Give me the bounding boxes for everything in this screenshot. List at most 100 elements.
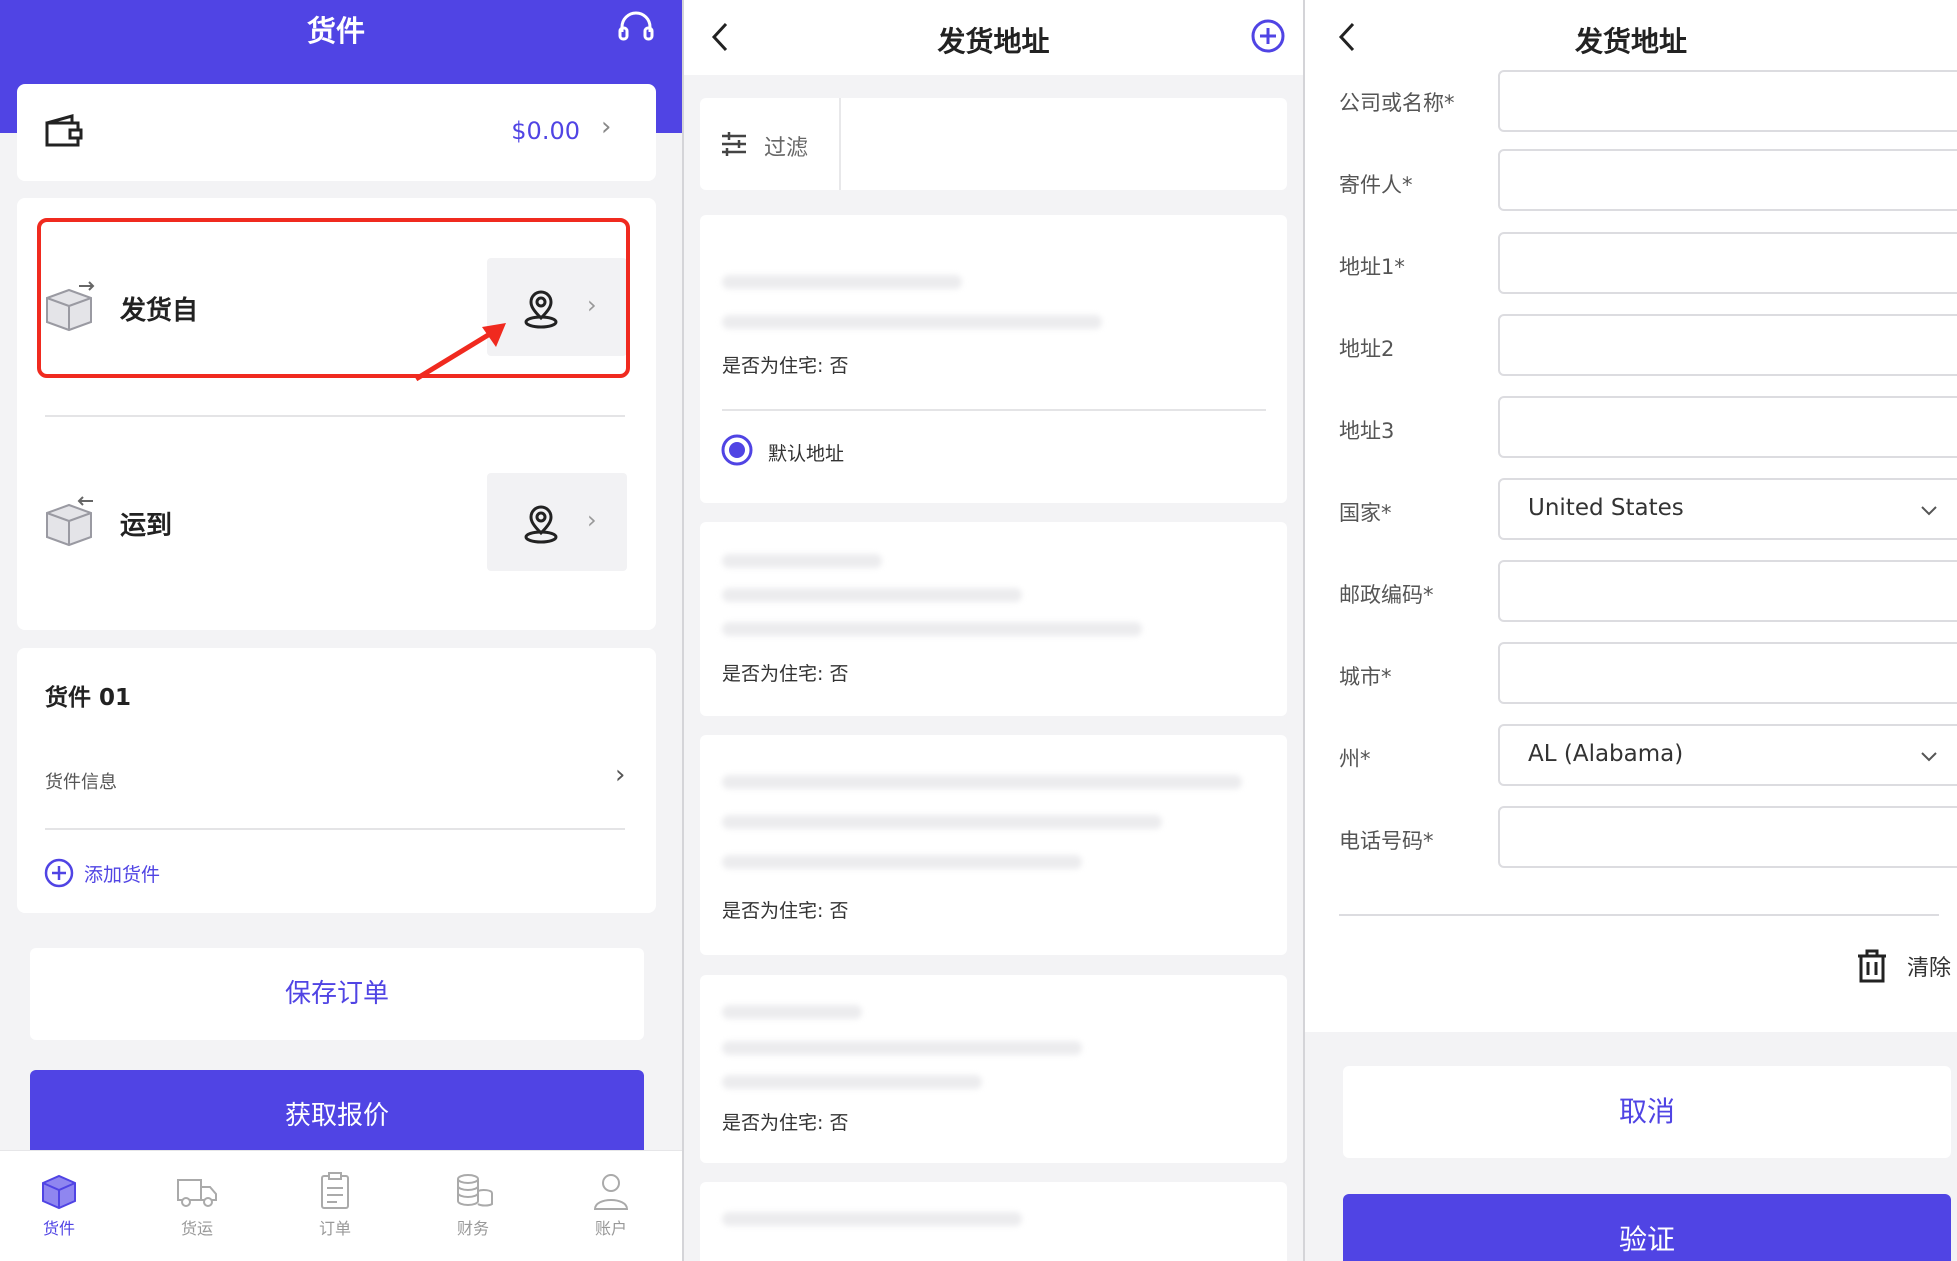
filter-bar[interactable]: 过滤	[700, 98, 1287, 190]
state-label: 州*	[1339, 747, 1371, 771]
clipboard-icon	[321, 1172, 349, 1209]
add-circle-icon[interactable]	[44, 858, 74, 888]
divider	[1339, 914, 1939, 916]
tab-finance[interactable]: 财务	[428, 1171, 518, 1239]
address3-input[interactable]	[1498, 396, 1957, 458]
postal-code-label: 邮政编码*	[1339, 583, 1434, 607]
address-card[interactable]: 是否为住宅: 否	[700, 735, 1287, 955]
blurred-text	[722, 588, 1022, 602]
tab-shipments[interactable]: 货件	[14, 1171, 104, 1239]
blurred-text	[722, 775, 1242, 789]
blurred-text	[722, 275, 962, 289]
user-icon	[593, 1174, 629, 1210]
tab-label: 财务	[456, 1219, 489, 1238]
blurred-text	[722, 554, 882, 568]
divider	[839, 98, 841, 190]
address-form-screen: 发货地址 公司或名称* 寄件人* 地址1* 地址2 地址3 国家* United…	[1305, 0, 1957, 1261]
blurred-text	[722, 1212, 1022, 1226]
company-input[interactable]	[1498, 70, 1957, 132]
country-select[interactable]: United States	[1498, 478, 1957, 540]
chevron-down-icon	[1921, 506, 1937, 516]
chevron-right-icon: ›	[615, 760, 626, 790]
phone-input[interactable]	[1498, 806, 1957, 868]
company-label: 公司或名称*	[1339, 91, 1455, 115]
cargo-title: 货件 01	[45, 685, 132, 711]
tab-label: 订单	[318, 1219, 351, 1238]
box-in-icon	[46, 496, 93, 547]
divider	[45, 415, 625, 417]
postal-code-input[interactable]	[1498, 560, 1957, 622]
tab-account[interactable]: 账户	[566, 1171, 656, 1239]
chevron-right-icon: ›	[587, 506, 597, 534]
residential-status: 是否为住宅: 否	[722, 663, 849, 685]
blurred-text	[722, 622, 1142, 636]
tab-label: 货运	[180, 1219, 213, 1238]
cancel-button[interactable]: 取消	[1343, 1066, 1951, 1158]
cargo-card: 货件 01 货件信息 › 添加货件	[17, 648, 656, 913]
page-title: 发货地址	[1574, 25, 1687, 58]
city-label: 城市*	[1339, 665, 1392, 689]
verify-button[interactable]: 验证	[1343, 1194, 1951, 1261]
country-label: 国家*	[1339, 501, 1392, 525]
chevron-right-icon: ›	[601, 112, 612, 142]
page-title: 发货地址	[937, 25, 1050, 58]
header-bar: 发货地址	[1305, 0, 1957, 77]
address-card[interactable]: 是否为住宅: 否 默认地址	[700, 215, 1287, 503]
city-input[interactable]	[1498, 642, 1957, 704]
blurred-text	[722, 1075, 982, 1089]
state-select[interactable]: AL (Alabama)	[1498, 724, 1957, 786]
wallet-icon	[45, 114, 83, 147]
highlight-box	[37, 218, 630, 378]
blurred-text	[722, 815, 1162, 829]
tab-label: 货件	[42, 1219, 75, 1238]
get-quote-button[interactable]: 获取报价	[30, 1070, 644, 1150]
address-card[interactable]: 是否为住宅: 否	[700, 975, 1287, 1163]
divider	[45, 828, 625, 830]
state-value: AL (Alabama)	[1528, 741, 1684, 767]
location-pin-icon	[524, 505, 558, 544]
add-cargo-button[interactable]: 添加货件	[84, 860, 160, 887]
ship-to-address-button[interactable]: ›	[487, 473, 627, 571]
filter-label: 过滤	[764, 136, 809, 161]
add-circle-icon[interactable]	[1250, 18, 1286, 54]
save-order-button[interactable]: 保存订单	[30, 948, 644, 1040]
tab-label: 账户	[594, 1219, 627, 1238]
address2-input[interactable]	[1498, 314, 1957, 376]
balance-amount: $0.00	[511, 117, 580, 145]
address-card[interactable]	[700, 1182, 1287, 1261]
annotation-arrow-icon	[414, 323, 506, 382]
residential-status: 是否为住宅: 否	[722, 1112, 849, 1134]
chevron-down-icon	[1921, 752, 1937, 762]
cargo-info-link[interactable]: 货件信息	[45, 768, 117, 794]
sender-label: 寄件人*	[1339, 173, 1413, 197]
filter-sliders-icon	[722, 132, 746, 156]
address1-input[interactable]	[1498, 232, 1957, 294]
coins-icon	[457, 1174, 494, 1207]
blurred-text	[722, 1005, 862, 1019]
default-address-label: 默认地址	[768, 443, 845, 465]
bottom-tab-bar: 货件 货运 订单 财务 账户	[0, 1150, 682, 1261]
trash-icon[interactable]	[1855, 948, 1889, 984]
box-icon	[42, 1174, 76, 1210]
blurred-text	[722, 1041, 1082, 1055]
blurred-text	[722, 855, 1082, 869]
divider	[722, 409, 1266, 411]
headset-icon[interactable]	[616, 8, 656, 48]
blurred-text	[722, 315, 1102, 329]
action-area: 取消 验证	[1305, 1032, 1957, 1261]
address2-label: 地址2	[1339, 337, 1395, 361]
address-card[interactable]: 是否为住宅: 否	[700, 522, 1287, 716]
wallet-card[interactable]: $0.00 ›	[17, 84, 656, 181]
address-list-screen: 发货地址 过滤 是否为住宅: 否 默认地址 是否为住宅: 否 是否为住宅: 否 …	[684, 0, 1303, 1261]
page-title: 货件	[306, 14, 365, 48]
clear-button[interactable]: 清除	[1907, 950, 1951, 982]
residential-status: 是否为住宅: 否	[722, 900, 849, 922]
country-value: United States	[1528, 495, 1684, 521]
tab-freight[interactable]: 货运	[152, 1171, 242, 1239]
sender-input[interactable]	[1498, 149, 1957, 211]
residential-status: 是否为住宅: 否	[722, 355, 849, 377]
phone-label: 电话号码*	[1339, 829, 1434, 853]
truck-icon	[177, 1179, 217, 1207]
radio-selected-icon[interactable]	[720, 433, 754, 467]
tab-orders[interactable]: 订单	[290, 1171, 380, 1239]
